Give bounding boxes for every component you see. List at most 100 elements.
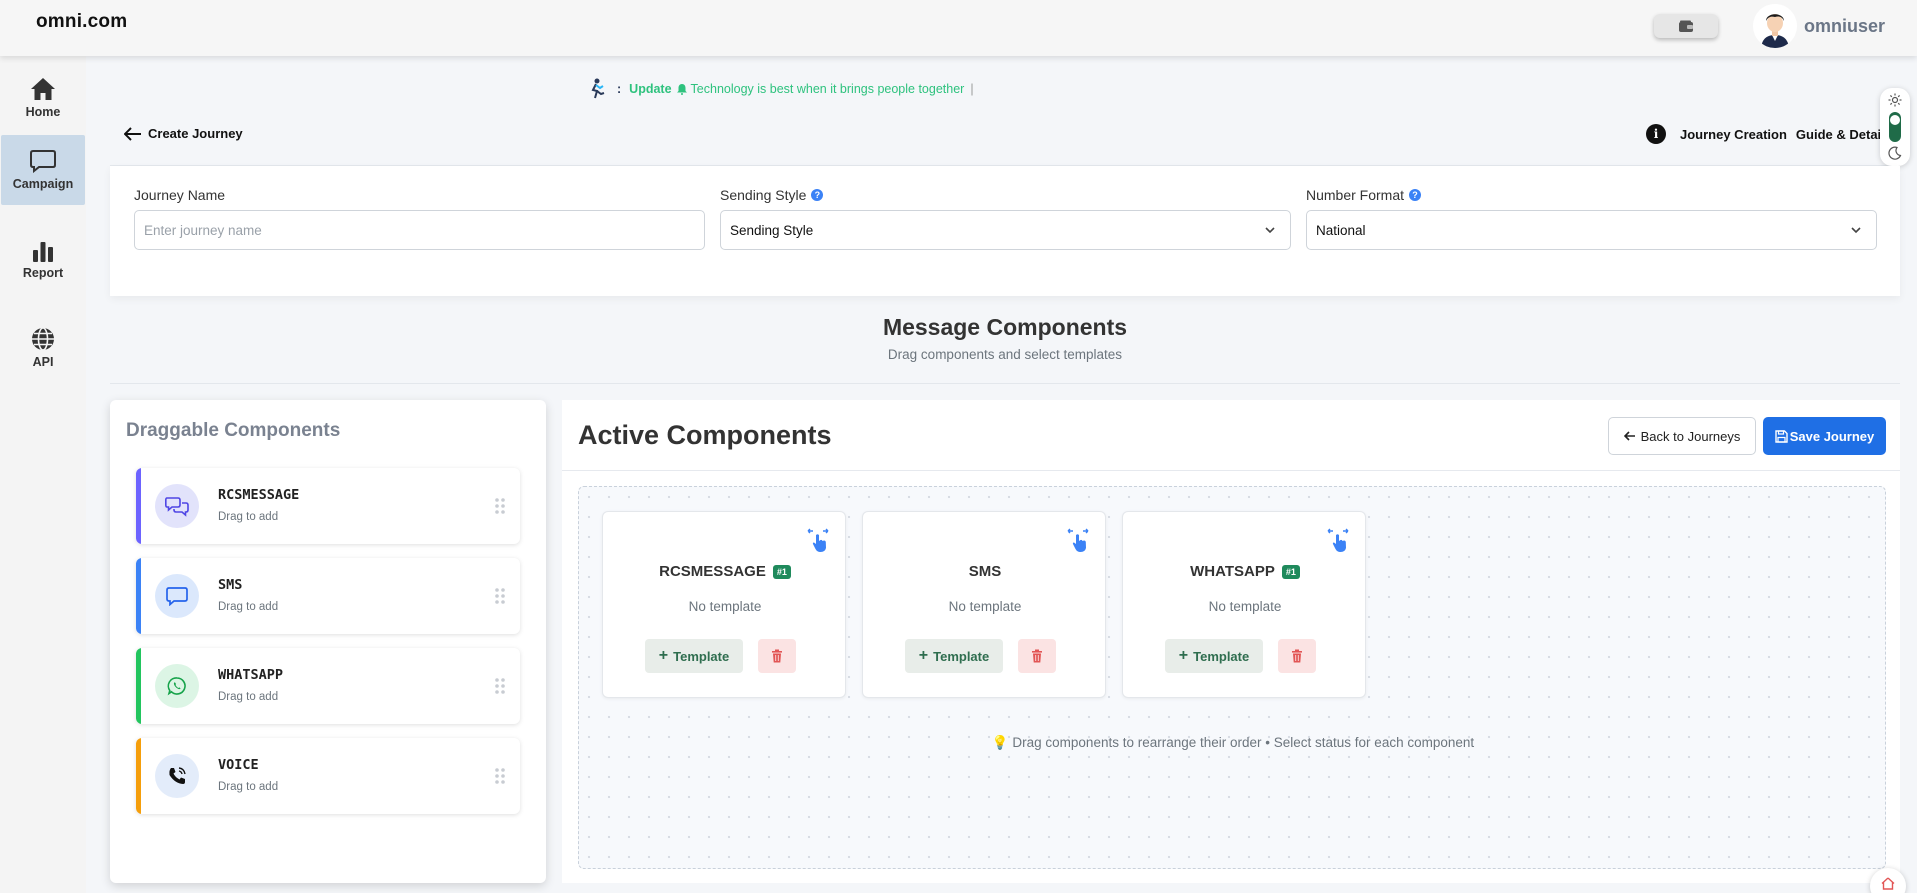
trash-icon xyxy=(1032,649,1042,663)
help-icon[interactable]: ? xyxy=(1409,188,1422,201)
drop-zone[interactable]: RCSMESSAGE #1 No template + Template SMS N… xyxy=(578,486,1886,869)
save-journey-button[interactable]: Save Journey xyxy=(1763,417,1886,455)
section-title: Message Components xyxy=(882,314,1128,340)
plus-icon: + xyxy=(918,647,929,664)
back-to-journeys-button[interactable]: Back to Journeys xyxy=(1608,417,1756,455)
create-journey-back-link[interactable]: Create Journey xyxy=(124,126,243,141)
component-hint: Drag to add xyxy=(218,511,279,523)
chevron-down-icon xyxy=(1851,227,1861,234)
sidebar-item-label: Report xyxy=(22,266,64,280)
sending-style-label: Sending Style? xyxy=(720,186,1291,203)
drag-handle-icon[interactable] xyxy=(494,497,506,515)
template-status: No template xyxy=(948,599,1022,614)
guide-label-1: Journey Creation xyxy=(1680,126,1787,142)
sun-icon xyxy=(1888,93,1902,107)
accent-bar xyxy=(136,648,141,724)
component-hint: Drag to add xyxy=(218,781,279,793)
theme-toggle-knob[interactable] xyxy=(1890,115,1900,125)
top-bar: omni.com omniuser xyxy=(0,0,1917,56)
avatar[interactable] xyxy=(1753,4,1797,48)
sending-style-field: Sending Style? Sending Style xyxy=(720,186,1291,250)
drag-pointer-icon[interactable] xyxy=(1065,527,1091,553)
arrow-left-icon xyxy=(124,126,141,141)
theme-toggle[interactable] xyxy=(1880,88,1910,166)
journey-form: Journey Name Enter journey name Sending … xyxy=(110,166,1900,296)
help-icon[interactable]: ? xyxy=(811,188,824,201)
wallet-icon xyxy=(1679,20,1693,32)
sidebar-item-label: Home xyxy=(25,105,61,119)
sidebar-item-label: Campaign xyxy=(12,177,74,191)
journey-name-input[interactable]: Enter journey name xyxy=(134,210,705,250)
sidebar-item-report[interactable]: Report xyxy=(0,224,86,296)
component-name: SMS xyxy=(218,577,243,593)
draggable-item-sms[interactable]: SMS Drag to add xyxy=(136,558,520,634)
draggable-item-rcsmessage[interactable]: RCSMESSAGE Drag to add xyxy=(136,468,520,544)
running-person-icon xyxy=(591,78,605,99)
active-card-sms[interactable]: SMS No template + Template xyxy=(862,511,1106,698)
order-badge: #1 xyxy=(1281,564,1300,579)
button-label: Back to Journeys xyxy=(1640,428,1741,444)
number-format-label: Number Format? xyxy=(1306,186,1877,203)
moon-icon xyxy=(1888,146,1902,160)
plus-icon: + xyxy=(1178,647,1189,664)
delete-button[interactable] xyxy=(1278,639,1316,673)
component-hint: Drag to add xyxy=(218,601,279,613)
bell-icon xyxy=(676,84,687,95)
order-badge: #1 xyxy=(772,564,791,579)
component-name: SMS xyxy=(968,563,1002,580)
save-icon xyxy=(1775,429,1788,443)
drag-pointer-icon[interactable] xyxy=(1325,527,1351,553)
accent-bar xyxy=(136,558,141,634)
active-card-whatsapp[interactable]: WHATSAPP #1 No template + Template xyxy=(1122,511,1366,698)
whatsapp-icon xyxy=(155,664,199,708)
journey-guide-link[interactable]: i Journey Creation Guide & Details xyxy=(1646,124,1892,144)
drag-handle-icon[interactable] xyxy=(494,587,506,605)
draggable-components-panel: Draggable Components RCSMESSAGE Drag to … xyxy=(110,400,546,883)
update-ticker: : Update Technology is best when it brin… xyxy=(585,75,974,103)
divider xyxy=(562,470,1900,471)
ticker-update-label: Update xyxy=(629,82,672,96)
number-format-value: National xyxy=(1316,222,1366,238)
globe-icon xyxy=(32,327,54,351)
wallet-button[interactable] xyxy=(1654,14,1718,38)
chevron-down-icon xyxy=(1265,227,1275,234)
template-status: No template xyxy=(688,599,762,614)
accent-bar xyxy=(136,468,141,544)
add-template-button[interactable]: + Template xyxy=(1165,639,1263,673)
delete-button[interactable] xyxy=(1018,639,1056,673)
drag-hint: 💡 Drag components to rearrange their ord… xyxy=(991,735,1475,750)
drag-handle-icon[interactable] xyxy=(494,767,506,785)
sending-style-select[interactable]: Sending Style xyxy=(720,210,1291,250)
sidebar-item-home[interactable]: Home xyxy=(0,62,86,134)
brand-logo[interactable]: omni.com xyxy=(36,11,127,33)
button-label: Save Journey xyxy=(1789,428,1875,444)
sidebar-item-campaign[interactable]: Campaign xyxy=(1,135,85,205)
username[interactable]: omniuser xyxy=(1804,16,1885,37)
draggable-item-voice[interactable]: VOICE Drag to add xyxy=(136,738,520,814)
rcs-chat-icon xyxy=(155,484,199,528)
phone-call-icon xyxy=(155,754,199,798)
panel-title: Active Components xyxy=(578,420,832,450)
number-format-field: Number Format? National xyxy=(1306,186,1877,250)
journey-name-label: Journey Name xyxy=(134,186,226,203)
sidebar-item-api[interactable]: API xyxy=(0,312,86,384)
drag-pointer-icon[interactable] xyxy=(805,527,831,553)
active-card-rcsmessage[interactable]: RCSMESSAGE #1 No template + Template xyxy=(602,511,846,698)
section-subtitle: Drag components and select templates xyxy=(887,347,1123,362)
panel-title: Draggable Components xyxy=(126,420,341,441)
component-name: VOICE xyxy=(218,757,259,773)
guide-label-2: Guide & Details xyxy=(1795,126,1892,142)
delete-button[interactable] xyxy=(758,639,796,673)
home-icon xyxy=(31,78,55,100)
component-hint: Drag to add xyxy=(218,691,279,703)
add-template-button[interactable]: + Template xyxy=(645,639,743,673)
page-title: Create Journey xyxy=(148,126,243,141)
draggable-item-whatsapp[interactable]: WHATSAPP Drag to add xyxy=(136,648,520,724)
active-components-panel: Active Components Back to Journeys Save … xyxy=(562,400,1900,883)
number-format-select[interactable]: National xyxy=(1306,210,1877,250)
add-template-button[interactable]: + Template xyxy=(905,639,1003,673)
home-fab-button[interactable] xyxy=(1870,868,1906,893)
drag-handle-icon[interactable] xyxy=(494,677,506,695)
ticker-cursor: | xyxy=(970,82,974,96)
info-icon: i xyxy=(1646,124,1666,144)
